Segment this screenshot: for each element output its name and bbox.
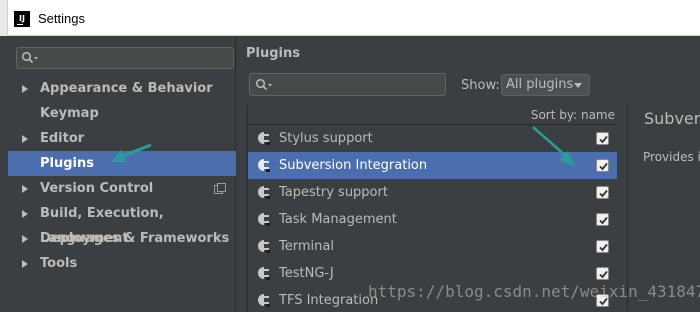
plugin-row[interactable]: Terminal <box>248 233 618 260</box>
plugin-name: Task Management <box>279 212 397 227</box>
expand-arrow-icon[interactable] <box>22 235 28 243</box>
window-title: Settings <box>38 11 85 26</box>
settings-window: IJ Settings Appearance & Behavior Keymap… <box>0 0 700 312</box>
plugin-name: Subversion Integration <box>279 158 428 173</box>
copy-icon <box>214 183 226 194</box>
plugin-icon <box>258 132 270 145</box>
sidebar-item-label: Version Control <box>40 181 154 196</box>
show-filter-label: Show: <box>461 78 500 93</box>
checkmark-icon <box>599 270 608 279</box>
plugin-enabled-checkbox[interactable] <box>596 267 609 280</box>
search-icon <box>255 78 272 91</box>
expand-arrow-icon[interactable] <box>22 135 28 143</box>
plugin-detail-description: Provides in <box>643 150 700 164</box>
sidebar-item-label: Appearance & Behavior <box>40 81 213 96</box>
sidebar-item-build[interactable]: Build, Execution, Deployment <box>8 201 236 246</box>
sidebar-item-tools[interactable]: Tools <box>8 251 236 276</box>
plugin-name: TFS Integration <box>279 293 379 308</box>
plugin-row[interactable]: Tapestry support <box>248 179 618 206</box>
plugin-enabled-checkbox[interactable] <box>596 240 609 253</box>
show-filter-select[interactable]: All plugins <box>501 74 590 96</box>
plugins-panel: Plugins Show: All plugins Sort by: name … <box>237 37 700 312</box>
settings-sidebar: Appearance & Behavior Keymap Editor Plug… <box>8 37 236 312</box>
plugin-detail-pane: Subvers Provides in <box>627 105 700 312</box>
plugin-row[interactable]: Stylus support <box>248 125 618 152</box>
plugin-row[interactable]: Task Management <box>248 206 618 233</box>
sort-by-dropdown[interactable]: Sort by: name <box>531 108 615 122</box>
sidebar-item-keymap[interactable]: Keymap <box>8 101 236 126</box>
checkmark-icon <box>599 162 608 171</box>
list-scroll-gutter <box>617 105 627 312</box>
plugin-icon <box>258 240 270 253</box>
plugin-detail-title: Subvers <box>644 109 700 128</box>
intellij-icon: IJ <box>14 11 30 27</box>
settings-search-input[interactable] <box>16 47 234 69</box>
sidebar-item-appearance[interactable]: Appearance & Behavior <box>8 76 236 101</box>
plugin-name: Terminal <box>279 239 334 254</box>
plugin-row[interactable]: Subversion Integration <box>248 152 618 179</box>
sidebar-item-version-control[interactable]: Version Control <box>8 176 236 201</box>
chevron-down-icon <box>574 83 582 88</box>
plugin-list: Sort by: name Stylus support Subversion I… <box>247 105 628 312</box>
plugin-icon <box>258 213 270 226</box>
plugin-enabled-checkbox[interactable] <box>596 186 609 199</box>
sidebar-item-label: Tools <box>40 256 78 271</box>
sidebar-item-label: Keymap <box>40 106 99 121</box>
plugin-name: Stylus support <box>279 131 373 146</box>
sidebar-item-editor[interactable]: Editor <box>8 126 236 151</box>
plugin-enabled-checkbox[interactable] <box>596 213 609 226</box>
sidebar-item-plugins[interactable]: Plugins <box>8 151 236 176</box>
sidebar-item-label: Languages & Frameworks <box>40 231 230 246</box>
sidebar-item-label: Editor <box>40 131 85 146</box>
plugin-list-header: Sort by: name <box>248 105 628 125</box>
plugin-enabled-checkbox[interactable] <box>596 159 609 172</box>
plugin-name: TestNG-J <box>279 266 334 281</box>
plugin-name: Tapestry support <box>279 185 388 200</box>
expand-arrow-icon[interactable] <box>22 185 28 193</box>
title-bar-edge <box>0 0 8 36</box>
plugin-icon <box>258 159 270 172</box>
page-title: Plugins <box>246 46 300 61</box>
sidebar-item-languages[interactable]: Languages & Frameworks <box>8 226 236 251</box>
show-filter-value: All plugins <box>506 77 574 92</box>
sidebar-item-label: Plugins <box>40 156 94 171</box>
plugin-icon <box>258 267 270 280</box>
expand-arrow-icon[interactable] <box>22 85 28 93</box>
checkmark-icon <box>599 216 608 225</box>
search-icon <box>21 51 38 64</box>
expand-arrow-icon[interactable] <box>22 260 28 268</box>
checkmark-icon <box>599 243 608 252</box>
plugin-search-input[interactable] <box>249 73 446 96</box>
watermark-text: https://blog.csdn.net/weixin_43184769 <box>368 282 700 301</box>
plugin-icon <box>258 186 270 199</box>
checkmark-icon <box>599 135 608 144</box>
expand-arrow-icon[interactable] <box>22 210 28 218</box>
plugin-icon <box>258 294 270 307</box>
plugin-enabled-checkbox[interactable] <box>596 132 609 145</box>
checkmark-icon <box>599 189 608 198</box>
title-bar: IJ Settings <box>0 0 700 36</box>
